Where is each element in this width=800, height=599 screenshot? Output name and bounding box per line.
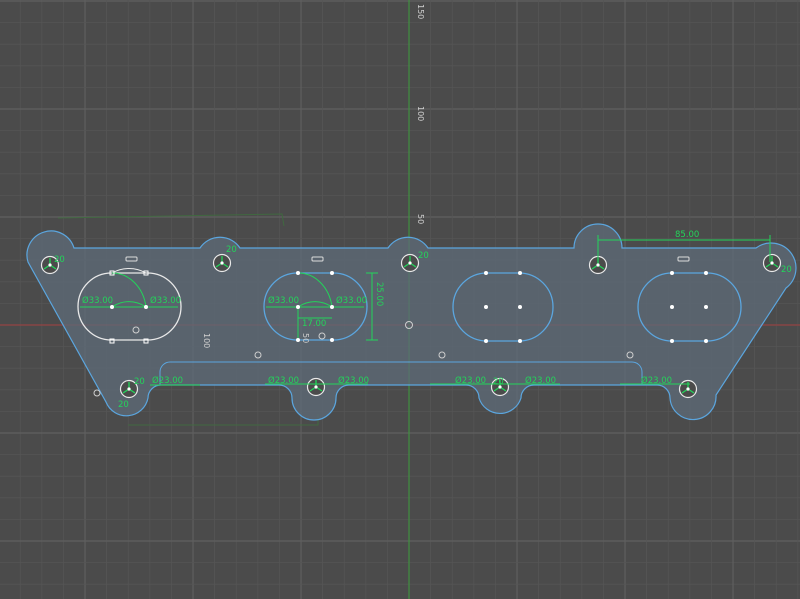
dim-tab-3[interactable]: 20 — [418, 251, 429, 261]
dim-tab-2[interactable]: 20 — [226, 245, 237, 255]
axis-label-x100: 100 — [202, 333, 211, 348]
bolt-hole[interactable] — [762, 253, 782, 273]
dim-bolt-1[interactable]: Ø23.00 — [152, 375, 183, 386]
dim-width[interactable]: 17.00 — [302, 319, 326, 329]
dim-bolt-6[interactable]: Ø23.00 — [641, 375, 672, 386]
dim-height[interactable]: 25.00 — [374, 282, 384, 306]
dim-tab-4[interactable]: 20 — [781, 265, 792, 275]
sketch-canvas[interactable]: Ø33.00 Ø33.00 Ø33.00 Ø33.00 25.00 17.00 … — [0, 0, 800, 599]
dim-bolt-4[interactable]: Ø23.00 — [455, 375, 486, 386]
dim-tab-6[interactable]: 20 — [118, 400, 129, 410]
dim-tab-5[interactable]: 20 — [134, 377, 145, 387]
axis-label-y150: 150 — [416, 4, 425, 19]
bolt-hole[interactable] — [306, 377, 326, 397]
dim-tab-7[interactable]: 20 — [493, 377, 504, 387]
dim-bolt-3[interactable]: Ø23.00 — [338, 375, 369, 386]
dim-dia-3[interactable]: Ø33.00 — [268, 295, 299, 306]
dim-bolt-5[interactable]: Ø23.00 — [525, 375, 556, 386]
bolt-hole[interactable] — [212, 253, 232, 273]
axis-label-y50: 50 — [416, 214, 425, 224]
bolt-hole[interactable] — [678, 379, 698, 399]
bolt-hole[interactable] — [400, 253, 420, 273]
dim-dia-4[interactable]: Ø33.00 — [336, 295, 367, 306]
dim-span[interactable]: 85.00 — [675, 230, 699, 240]
dim-bolt-2[interactable]: Ø23.00 — [268, 375, 299, 386]
dim-tab-1[interactable]: 20 — [54, 255, 65, 265]
axis-label-x50: 50 — [301, 333, 310, 343]
dim-dia-1[interactable]: Ø33.00 — [82, 295, 113, 306]
axis-label-y100: 100 — [416, 106, 425, 121]
dim-dia-2[interactable]: Ø33.00 — [150, 295, 181, 306]
